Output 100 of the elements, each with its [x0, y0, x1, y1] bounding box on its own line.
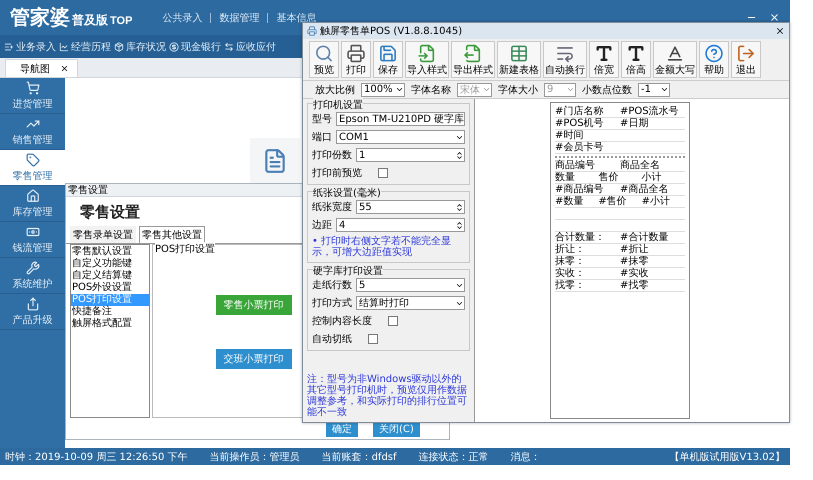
receipt-field: 数量 — [555, 172, 598, 183]
group-title: 纸张设置(毫米) — [313, 186, 381, 200]
logo-text: 管家婆 — [10, 4, 70, 31]
chevron-down-icon — [395, 85, 404, 94]
status-text: 时钟：2019-10-09 周三 12:26:50 下午 — [5, 450, 188, 464]
spin-field[interactable]: 1 — [356, 148, 465, 162]
nav-tab[interactable]: 导航图 — [5, 59, 78, 77]
letter-icon — [594, 44, 614, 63]
checkbox[interactable] — [388, 316, 398, 326]
preview-icon — [314, 44, 334, 63]
receipt-field: #会员卡号 — [555, 142, 685, 153]
coin-icon — [169, 42, 179, 52]
receipt-field: #POS机号 — [555, 118, 620, 129]
status-text: 当前账套：dfdsf — [322, 450, 397, 464]
save-icon — [378, 44, 398, 63]
spin-field[interactable]: 4 — [336, 218, 465, 232]
close-icon[interactable] — [60, 64, 69, 73]
toolbar-button[interactable]: 倍高 — [621, 41, 651, 78]
group-title: 硬字库打印设置 — [313, 264, 383, 278]
chart-icon — [59, 42, 69, 52]
print-button[interactable]: 交班小票打印 — [216, 349, 292, 369]
logo-edition: 普及版 — [72, 12, 108, 29]
top-menu-item[interactable]: 公共录入 — [162, 10, 202, 24]
receipt-field: #商品全名 — [620, 184, 685, 195]
house-icon — [26, 188, 40, 202]
dropdown[interactable]: COM1 — [336, 130, 465, 144]
exit-icon — [736, 44, 756, 63]
pos-card[interactable] — [250, 138, 300, 183]
wrap-icon — [555, 44, 575, 63]
baseline-icon — [665, 44, 685, 63]
option-label: 放大比例 — [315, 84, 355, 96]
field-label: 走纸行数 — [312, 278, 352, 292]
receipt-field: #POS流水号 — [620, 106, 685, 117]
nav-link[interactable]: 应收应付 — [224, 40, 276, 54]
toolbar-button[interactable]: 新建表格 — [497, 41, 541, 78]
list-item[interactable]: 零售默认设置 — [71, 246, 149, 258]
checkbox[interactable] — [368, 334, 378, 344]
dropdown[interactable]: -1 — [638, 82, 670, 96]
list-item[interactable]: 自定义结算键 — [71, 270, 149, 282]
footnote-text: 注：型号为非Windows驱动以外的其它型号打印机时，预览仅用作数据调整参考，和实际打印的排行位置可能不一致 — [307, 374, 468, 418]
group-title: POS打印设置 — [155, 242, 216, 256]
field-label: 打印份数 — [312, 148, 352, 162]
chevron-down-icon — [660, 85, 669, 94]
export-icon — [463, 44, 483, 63]
toolbar-button[interactable]: 保存 — [373, 41, 403, 78]
toolbar-button[interactable]: 退出 — [731, 41, 761, 78]
list-icon — [4, 42, 14, 52]
top-menu-item[interactable]: 数据管理 — [219, 10, 260, 24]
sidebar-item[interactable]: 进货管理 — [0, 78, 65, 114]
dropdown[interactable]: 5 — [356, 278, 465, 292]
close-icon[interactable] — [775, 26, 785, 36]
receipt-field: #时间 — [555, 130, 685, 141]
checkbox-label: 自动切纸 — [312, 332, 352, 346]
toolbar-button[interactable]: 自动换行 — [543, 41, 587, 78]
dropdown[interactable]: Epson TM-U210PD 硬字库 — [336, 112, 465, 126]
option-label: 字体名称 — [411, 84, 451, 96]
dropdown[interactable]: 100% — [361, 82, 405, 96]
checkbox-label: 控制内容长度 — [312, 314, 372, 328]
chevron-down-icon — [482, 85, 491, 94]
settings-tab[interactable]: 零售录单设置 — [70, 226, 136, 243]
receipt-field: #商品编号 — [555, 184, 620, 195]
toolbar-button[interactable]: 预览 — [309, 41, 339, 78]
receipt-field: #合计数量 — [620, 232, 685, 243]
nav-link[interactable]: 业务录入 — [4, 40, 56, 54]
toolbar-button[interactable]: 导出样式 — [451, 41, 495, 78]
option-label: 小数点位数 — [582, 84, 632, 96]
checkbox-label: 打印前预览 — [312, 166, 362, 180]
toolbar-button[interactable]: 倍宽 — [589, 41, 619, 78]
toolbar-button[interactable]: 金额大写 — [653, 41, 697, 78]
toolbar-button[interactable]: 帮助 — [699, 41, 729, 78]
dropdown[interactable]: 结算时打印 — [356, 296, 465, 310]
nav-link[interactable]: 经营历程 — [59, 40, 111, 54]
spinner-icon — [455, 220, 464, 230]
receipt-field: #小计 — [642, 196, 685, 207]
spin-field[interactable]: 55 — [356, 200, 465, 214]
checkbox[interactable] — [378, 168, 388, 178]
option-label: 字体大小 — [498, 84, 538, 96]
list-item[interactable]: 自定义功能键 — [71, 258, 149, 270]
spinner-icon — [455, 202, 464, 212]
receipt-field: 售价 — [598, 172, 642, 183]
field-label: 边距 — [312, 218, 332, 232]
app-icon — [307, 26, 317, 36]
logo-suffix: TOP — [110, 15, 132, 27]
settings-tab[interactable]: 零售其他设置 — [139, 226, 205, 243]
table-icon — [509, 44, 529, 63]
status-text: 连接状态：正常 — [418, 450, 489, 464]
receipt-field: #售价 — [598, 196, 642, 207]
toolbar-button[interactable]: 导入样式 — [405, 41, 449, 78]
sidebar-item[interactable]: 零售管理 — [0, 150, 65, 186]
receipt-field: #折让 — [620, 244, 685, 255]
list-item[interactable]: 触屏格式配置 — [71, 318, 149, 330]
group-title: 打印机设置 — [313, 98, 363, 112]
nav-link[interactable]: 库存状况 — [114, 40, 166, 54]
list-item[interactable]: 快捷备注 — [71, 306, 149, 318]
version-text: 【单机版试用版V13.02】 — [670, 450, 785, 464]
close-icon[interactable] — [769, 12, 780, 23]
list-item[interactable]: POS外设设置 — [71, 282, 149, 294]
toolbar-button[interactable]: 打印 — [341, 41, 371, 78]
nav-link[interactable]: 现金银行 — [169, 40, 221, 54]
spinner-icon — [455, 150, 464, 160]
